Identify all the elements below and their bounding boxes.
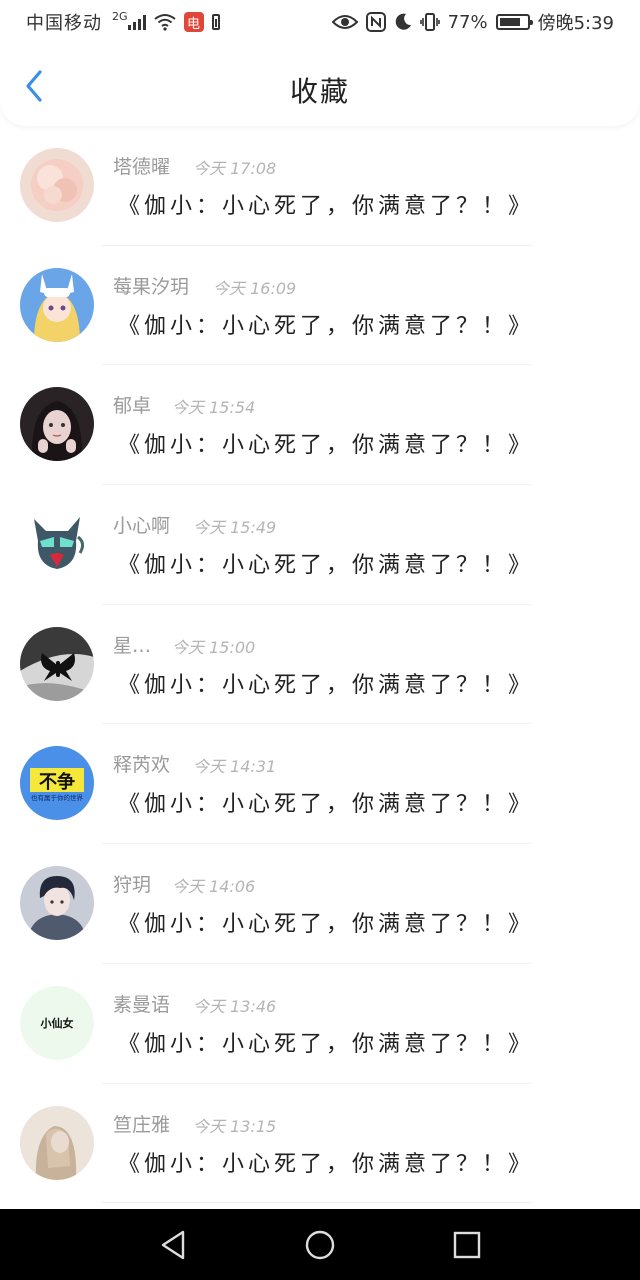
message-text: 《伽小：小心死了，你满意了？！》: [118, 194, 535, 219]
timestamp: 今天 17:08: [193, 159, 277, 178]
timestamp: 今天 13:46: [193, 996, 277, 1016]
avatar: [20, 866, 94, 941]
timestamp: 今天 15:00: [172, 637, 256, 657]
timestamp: 今天 15:49: [193, 518, 277, 538]
circle-home-icon: [305, 1230, 335, 1259]
list-item[interactable]: 郁卓 今天 15:54 《伽小：小心死了，你满意了？！》: [0, 365, 640, 486]
page-title: 收藏: [289, 75, 350, 108]
triangle-back-icon: [162, 1230, 185, 1259]
message-text: 《伽小：小心死了，你满意了？！》: [118, 1151, 535, 1177]
user-name: 释芮欢: [113, 754, 171, 777]
app-notification-icon: 电: [183, 12, 204, 32]
square-recents-icon: [453, 1231, 480, 1258]
wifi-icon: [153, 13, 176, 31]
signal-icon: 2G: [110, 10, 146, 30]
message-text: 《伽小：小心死了，你满意了？！》: [118, 912, 535, 938]
user-name: 郁卓: [113, 395, 152, 418]
message-text: 《伽小：小心死了，你满意了？！》: [118, 553, 535, 579]
avatar-big-text: 不争: [39, 771, 75, 793]
avatar: [20, 626, 94, 701]
avatar: [20, 387, 94, 462]
list-item[interactable]: 狩玥 今天 14:06 《伽小：小心死了，你满意了？！》: [0, 844, 640, 964]
avatar: [20, 148, 94, 222]
message-text: 《伽小：小心死了，你满意了？！》: [118, 433, 535, 459]
list-item[interactable]: 不争 也有属于你的世界 释芮欢 今天 14:31 《伽小：小心死了，你满意了？！》: [0, 724, 640, 845]
timestamp: 今天 14:06: [172, 877, 256, 897]
user-name: 星…: [113, 634, 152, 657]
network-type-label: 2G: [112, 9, 128, 23]
avatar: [20, 1105, 94, 1180]
user-name: 小心啊: [113, 515, 171, 538]
user-name: 塔德曜: [113, 156, 171, 178]
favorites-list: 塔德曜 今天 17:08 《伽小：小心死了，你满意了？！》 莓果汐玥 今天 16…: [0, 126, 640, 1204]
nfc-icon: [365, 12, 386, 32]
user-name: 莓果汐玥: [113, 275, 190, 298]
status-left: 中国移动 2G 电: [26, 9, 220, 35]
clock: 傍晚5:39: [537, 13, 614, 34]
battery-percent: 77%: [447, 11, 488, 33]
message-text: 《伽小：小心死了，你满意了？！》: [118, 313, 535, 339]
carrier-label: 中国移动: [26, 13, 102, 34]
list-item[interactable]: 星… 今天 15:00 《伽小：小心死了，你满意了？！》: [0, 605, 640, 725]
moon-icon: [394, 13, 412, 31]
avatar-small-text: 也有属于你的世界: [31, 793, 84, 802]
system-nav-bar: [0, 1209, 640, 1280]
message-text: 《伽小：小心死了，你满意了？！》: [118, 1031, 535, 1057]
divider: [102, 1202, 532, 1204]
list-item[interactable]: 笪庄雅 今天 13:15 《伽小：小心死了，你满意了？！》: [0, 1084, 640, 1204]
timestamp: 今天 13:15: [193, 1116, 277, 1136]
user-name: 狩玥: [113, 874, 152, 897]
home-nav-button[interactable]: [295, 1220, 345, 1270]
user-name: 素曼语: [113, 993, 171, 1016]
avatar: 不争 也有属于你的世界: [20, 746, 94, 821]
avatar-text: 小仙女: [40, 1016, 74, 1030]
vibrate-icon: [419, 12, 440, 32]
eye-icon: [331, 14, 358, 30]
timestamp: 今天 16:09: [213, 278, 297, 298]
list-item[interactable]: 塔德曜 今天 17:08 《伽小：小心死了，你满意了？！》: [0, 126, 640, 246]
back-nav-button[interactable]: [148, 1220, 198, 1270]
timestamp: 今天 14:31: [193, 757, 277, 777]
list-item[interactable]: 莓果汐玥 今天 16:09 《伽小：小心死了，你满意了？！》: [0, 246, 640, 366]
status-right: 77% 傍晚5:39: [331, 9, 614, 35]
avatar: [20, 507, 94, 582]
list-item[interactable]: 小仙女 素曼语 今天 13:46 《伽小：小心死了，你满意了？！》: [0, 964, 640, 1084]
timestamp: 今天 15:54: [172, 398, 256, 418]
small-battery-icon: [211, 14, 220, 30]
page-header: 收藏: [0, 44, 640, 126]
user-name: 笪庄雅: [113, 1113, 171, 1136]
avatar: 小仙女: [20, 985, 94, 1060]
recents-nav-button[interactable]: [442, 1220, 492, 1270]
status-bar: 中国移动 2G 电 77% 傍晚5:39: [0, 0, 640, 44]
battery-icon: [495, 14, 533, 30]
message-text: 《伽小：小心死了，你满意了？！》: [118, 672, 535, 698]
list-item[interactable]: 小心啊 今天 15:49 《伽小：小心死了，你满意了？！》: [0, 485, 640, 605]
avatar: [20, 267, 94, 342]
message-text: 《伽小：小心死了，你满意了？！》: [118, 792, 535, 818]
